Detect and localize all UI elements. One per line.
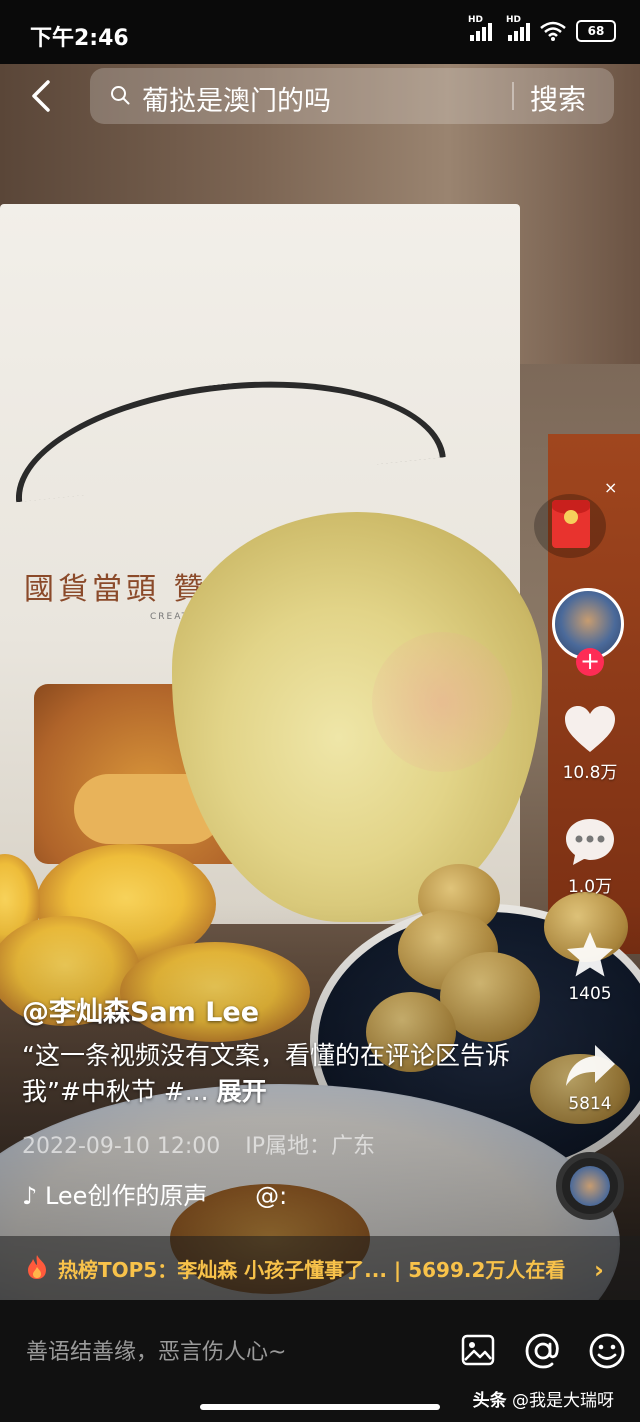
share-count: 5814 bbox=[568, 1094, 612, 1114]
music-disc[interactable] bbox=[556, 1152, 624, 1220]
comment-icon bbox=[566, 819, 614, 865]
battery-level: 68 bbox=[587, 24, 605, 38]
expand-button[interactable]: 展开 bbox=[217, 1077, 267, 1106]
follow-button[interactable]: + bbox=[576, 648, 604, 676]
close-icon[interactable]: × bbox=[604, 478, 617, 497]
comment-input[interactable]: 善语结善缘，恶言伤人心~ bbox=[26, 1334, 286, 1366]
music-title: Lee创作的原声 bbox=[44, 1182, 208, 1210]
music-info[interactable]: ♪ Lee创作的原声 @: bbox=[22, 1176, 287, 1211]
ip-location: IP属地：广东 bbox=[245, 1134, 376, 1159]
red-envelope-icon bbox=[552, 500, 590, 548]
image-icon[interactable] bbox=[460, 1332, 496, 1368]
post-caption: “这一条视频没有文案，看懂的在评论区告诉我”#中秋节 #... 展开 bbox=[22, 1038, 522, 1110]
fire-icon bbox=[28, 1255, 46, 1279]
signal-icon: HD bbox=[468, 15, 492, 41]
status-bar: 下午2:46 HD HD 68 bbox=[0, 0, 640, 64]
at-mention-icon[interactable] bbox=[524, 1332, 562, 1370]
like-button[interactable]: 10.8万 bbox=[550, 704, 630, 783]
star-icon bbox=[567, 932, 613, 977]
network-type-label-2: HD bbox=[506, 15, 522, 25]
search-button[interactable]: 搜索 bbox=[530, 78, 586, 118]
watermark: 头条 @我是大瑞呀 bbox=[473, 1386, 614, 1411]
status-time: 下午2:46 bbox=[30, 26, 129, 51]
favorite-count: 1405 bbox=[568, 984, 612, 1004]
hot-list-text: 热榜TOP5：李灿森 小孩子懂事了... | 5699.2万人在看 bbox=[58, 1258, 566, 1282]
heart-icon bbox=[565, 706, 615, 752]
search-input[interactable]: 葡挞是澳门的吗 bbox=[142, 79, 331, 118]
search-bar[interactable]: 葡挞是澳门的吗 搜索 bbox=[90, 68, 614, 124]
status-icons: HD HD 68 bbox=[468, 15, 616, 42]
bag-handle bbox=[6, 361, 446, 503]
like-count: 10.8万 bbox=[562, 763, 618, 783]
red-packet-button[interactable] bbox=[534, 494, 606, 558]
share-icon bbox=[566, 1045, 615, 1086]
watermark-brand: 头条 bbox=[472, 1391, 507, 1411]
video-player[interactable]: 國貨當頭 贊不絕口 CREATION OF CHINA bbox=[0, 64, 640, 1300]
search-divider bbox=[512, 82, 514, 110]
comment-count: 1.0万 bbox=[567, 877, 613, 897]
back-icon[interactable] bbox=[24, 78, 60, 114]
music-mention: @: bbox=[255, 1182, 288, 1210]
hot-list-banner[interactable]: 热榜TOP5：李灿森 小孩子懂事了... | 5699.2万人在看 › bbox=[0, 1236, 640, 1300]
network-type-label: HD bbox=[468, 15, 484, 25]
emoji-icon[interactable] bbox=[588, 1332, 626, 1370]
post-meta: 2022-09-10 12:00 IP属地：广东 bbox=[22, 1128, 393, 1160]
watermark-account: @我是大瑞呀 bbox=[512, 1391, 614, 1411]
search-icon bbox=[111, 86, 130, 105]
share-button[interactable]: 5814 bbox=[550, 1042, 630, 1114]
wifi-icon bbox=[540, 21, 566, 41]
comment-button[interactable]: 1.0万 bbox=[550, 816, 630, 897]
author-name[interactable]: @李灿森Sam Lee bbox=[22, 990, 259, 1029]
music-note-icon: ♪ bbox=[22, 1182, 38, 1210]
signal-icon-2: HD bbox=[506, 15, 530, 41]
home-indicator[interactable] bbox=[200, 1404, 440, 1410]
post-datetime: 2022-09-10 12:00 bbox=[22, 1134, 221, 1159]
chevron-right-icon: › bbox=[594, 1256, 604, 1284]
battery-icon: 68 bbox=[576, 20, 616, 42]
favorite-button[interactable]: 1405 bbox=[550, 930, 630, 1004]
